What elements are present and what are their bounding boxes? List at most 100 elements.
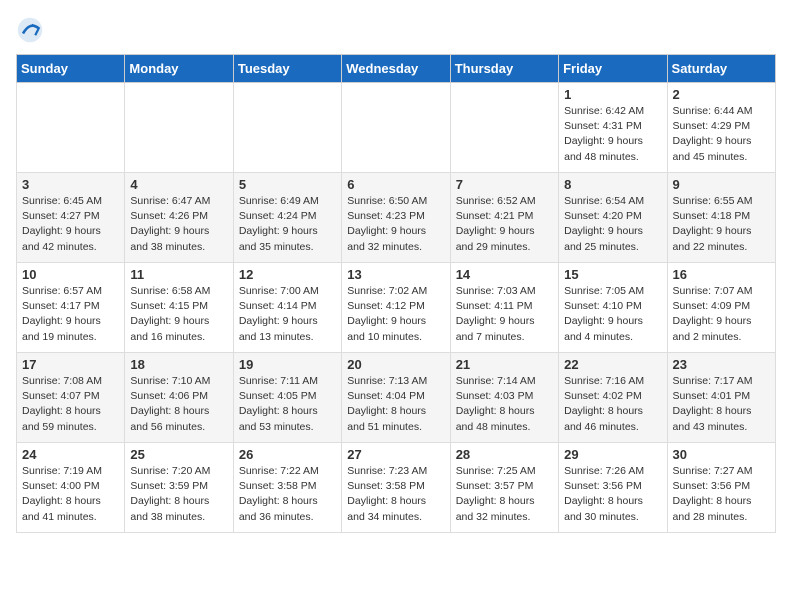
- day-info: Sunrise: 7:02 AM Sunset: 4:12 PM Dayligh…: [347, 284, 444, 345]
- day-number: 10: [22, 267, 119, 282]
- calendar-cell: 29 Sunrise: 7:26 AM Sunset: 3:56 PM Dayli…: [559, 443, 667, 533]
- calendar-cell: 28 Sunrise: 7:25 AM Sunset: 3:57 PM Dayli…: [450, 443, 558, 533]
- day-number: 5: [239, 177, 336, 192]
- day-info: Sunrise: 6:58 AM Sunset: 4:15 PM Dayligh…: [130, 284, 227, 345]
- day-info: Sunrise: 7:22 AM Sunset: 3:58 PM Dayligh…: [239, 464, 336, 525]
- day-info: Sunrise: 7:00 AM Sunset: 4:14 PM Dayligh…: [239, 284, 336, 345]
- day-number: 20: [347, 357, 444, 372]
- day-header-thursday: Thursday: [450, 55, 558, 83]
- day-number: 27: [347, 447, 444, 462]
- day-header-monday: Monday: [125, 55, 233, 83]
- calendar-week-2: 3 Sunrise: 6:45 AM Sunset: 4:27 PM Daylig…: [17, 173, 776, 263]
- day-number: 30: [673, 447, 770, 462]
- day-number: 26: [239, 447, 336, 462]
- day-info: Sunrise: 7:26 AM Sunset: 3:56 PM Dayligh…: [564, 464, 661, 525]
- calendar-cell: 15 Sunrise: 7:05 AM Sunset: 4:10 PM Dayli…: [559, 263, 667, 353]
- day-info: Sunrise: 7:07 AM Sunset: 4:09 PM Dayligh…: [673, 284, 770, 345]
- day-number: 11: [130, 267, 227, 282]
- calendar-header-row: SundayMondayTuesdayWednesdayThursdayFrid…: [17, 55, 776, 83]
- day-info: Sunrise: 6:49 AM Sunset: 4:24 PM Dayligh…: [239, 194, 336, 255]
- day-info: Sunrise: 6:50 AM Sunset: 4:23 PM Dayligh…: [347, 194, 444, 255]
- calendar-cell: [125, 83, 233, 173]
- calendar-cell: 24 Sunrise: 7:19 AM Sunset: 4:00 PM Dayli…: [17, 443, 125, 533]
- day-info: Sunrise: 7:11 AM Sunset: 4:05 PM Dayligh…: [239, 374, 336, 435]
- calendar-cell: 14Sunrise: 7:03 AM Sunset: 4:11 PM Dayli…: [450, 263, 558, 353]
- day-info: Sunrise: 7:23 AM Sunset: 3:58 PM Dayligh…: [347, 464, 444, 525]
- day-number: 18: [130, 357, 227, 372]
- logo: [16, 16, 48, 44]
- day-number: 9: [673, 177, 770, 192]
- day-number: 3: [22, 177, 119, 192]
- calendar-cell: 10 Sunrise: 6:57 AM Sunset: 4:17 PM Dayli…: [17, 263, 125, 353]
- calendar-cell: 7Sunrise: 6:52 AM Sunset: 4:21 PM Daylig…: [450, 173, 558, 263]
- calendar-cell: 27 Sunrise: 7:23 AM Sunset: 3:58 PM Dayli…: [342, 443, 450, 533]
- day-number: 29: [564, 447, 661, 462]
- day-number: 28: [456, 447, 553, 462]
- calendar-cell: 21 Sunrise: 7:14 AM Sunset: 4:03 PM Dayli…: [450, 353, 558, 443]
- day-number: 1: [564, 87, 661, 102]
- day-info: Sunrise: 7:13 AM Sunset: 4:04 PM Dayligh…: [347, 374, 444, 435]
- calendar-cell: 26 Sunrise: 7:22 AM Sunset: 3:58 PM Dayli…: [233, 443, 341, 533]
- day-info: Sunrise: 6:45 AM Sunset: 4:27 PM Dayligh…: [22, 194, 119, 255]
- day-number: 2: [673, 87, 770, 102]
- day-info: Sunrise: 7:08 AM Sunset: 4:07 PM Dayligh…: [22, 374, 119, 435]
- calendar-cell: [17, 83, 125, 173]
- day-header-friday: Friday: [559, 55, 667, 83]
- header: [16, 16, 776, 44]
- calendar-cell: 30 Sunrise: 7:27 AM Sunset: 3:56 PM Dayli…: [667, 443, 775, 533]
- day-info: Sunrise: 7:25 AM Sunset: 3:57 PM Dayligh…: [456, 464, 553, 525]
- calendar-cell: 1 Sunrise: 6:42 AM Sunset: 4:31 PM Daylig…: [559, 83, 667, 173]
- calendar-cell: 4Sunrise: 6:47 AM Sunset: 4:26 PM Daylig…: [125, 173, 233, 263]
- day-number: 24: [22, 447, 119, 462]
- day-number: 12: [239, 267, 336, 282]
- day-header-wednesday: Wednesday: [342, 55, 450, 83]
- calendar-cell: 9 Sunrise: 6:55 AM Sunset: 4:18 PM Daylig…: [667, 173, 775, 263]
- day-info: Sunrise: 6:57 AM Sunset: 4:17 PM Dayligh…: [22, 284, 119, 345]
- day-number: 23: [673, 357, 770, 372]
- calendar-cell: 6Sunrise: 6:50 AM Sunset: 4:23 PM Daylig…: [342, 173, 450, 263]
- day-number: 15: [564, 267, 661, 282]
- day-number: 21: [456, 357, 553, 372]
- calendar-cell: 11 Sunrise: 6:58 AM Sunset: 4:15 PM Dayli…: [125, 263, 233, 353]
- calendar-cell: 3 Sunrise: 6:45 AM Sunset: 4:27 PM Daylig…: [17, 173, 125, 263]
- day-info: Sunrise: 6:54 AM Sunset: 4:20 PM Dayligh…: [564, 194, 661, 255]
- day-number: 16: [673, 267, 770, 282]
- day-number: 13: [347, 267, 444, 282]
- day-info: Sunrise: 7:03 AM Sunset: 4:11 PM Dayligh…: [456, 284, 553, 345]
- day-header-saturday: Saturday: [667, 55, 775, 83]
- calendar-cell: 12 Sunrise: 7:00 AM Sunset: 4:14 PM Dayli…: [233, 263, 341, 353]
- calendar-body: 1 Sunrise: 6:42 AM Sunset: 4:31 PM Daylig…: [17, 83, 776, 533]
- day-number: 25: [130, 447, 227, 462]
- calendar-cell: 25 Sunrise: 7:20 AM Sunset: 3:59 PM Dayli…: [125, 443, 233, 533]
- day-info: Sunrise: 7:05 AM Sunset: 4:10 PM Dayligh…: [564, 284, 661, 345]
- calendar-cell: 17 Sunrise: 7:08 AM Sunset: 4:07 PM Dayli…: [17, 353, 125, 443]
- day-info: Sunrise: 7:19 AM Sunset: 4:00 PM Dayligh…: [22, 464, 119, 525]
- day-header-tuesday: Tuesday: [233, 55, 341, 83]
- day-info: Sunrise: 7:14 AM Sunset: 4:03 PM Dayligh…: [456, 374, 553, 435]
- calendar-cell: [342, 83, 450, 173]
- calendar-table: SundayMondayTuesdayWednesdayThursdayFrid…: [16, 54, 776, 533]
- day-info: Sunrise: 6:55 AM Sunset: 4:18 PM Dayligh…: [673, 194, 770, 255]
- day-info: Sunrise: 6:47 AM Sunset: 4:26 PM Dayligh…: [130, 194, 227, 255]
- calendar-cell: [233, 83, 341, 173]
- calendar-week-1: 1 Sunrise: 6:42 AM Sunset: 4:31 PM Daylig…: [17, 83, 776, 173]
- day-info: Sunrise: 7:17 AM Sunset: 4:01 PM Dayligh…: [673, 374, 770, 435]
- calendar-cell: 16 Sunrise: 7:07 AM Sunset: 4:09 PM Dayli…: [667, 263, 775, 353]
- day-info: Sunrise: 7:10 AM Sunset: 4:06 PM Dayligh…: [130, 374, 227, 435]
- day-info: Sunrise: 7:20 AM Sunset: 3:59 PM Dayligh…: [130, 464, 227, 525]
- calendar-cell: 2Sunrise: 6:44 AM Sunset: 4:29 PM Daylig…: [667, 83, 775, 173]
- calendar-cell: [450, 83, 558, 173]
- calendar-cell: 23 Sunrise: 7:17 AM Sunset: 4:01 PM Dayli…: [667, 353, 775, 443]
- calendar-cell: 13 Sunrise: 7:02 AM Sunset: 4:12 PM Dayli…: [342, 263, 450, 353]
- day-info: Sunrise: 7:27 AM Sunset: 3:56 PM Dayligh…: [673, 464, 770, 525]
- calendar-cell: 22Sunrise: 7:16 AM Sunset: 4:02 PM Dayli…: [559, 353, 667, 443]
- day-number: 22: [564, 357, 661, 372]
- calendar-cell: 18 Sunrise: 7:10 AM Sunset: 4:06 PM Dayli…: [125, 353, 233, 443]
- day-number: 7: [456, 177, 553, 192]
- day-number: 17: [22, 357, 119, 372]
- day-number: 8: [564, 177, 661, 192]
- calendar-cell: 8 Sunrise: 6:54 AM Sunset: 4:20 PM Daylig…: [559, 173, 667, 263]
- day-header-sunday: Sunday: [17, 55, 125, 83]
- day-info: Sunrise: 6:42 AM Sunset: 4:31 PM Dayligh…: [564, 104, 661, 165]
- day-number: 19: [239, 357, 336, 372]
